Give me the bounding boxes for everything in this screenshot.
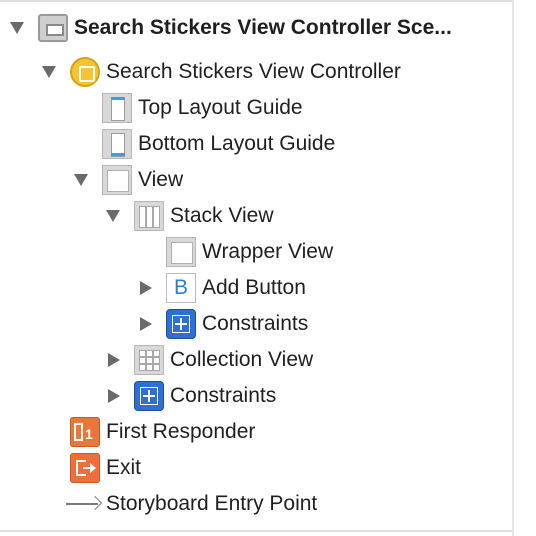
bottom-layout-guide-icon (102, 129, 132, 159)
entry-point-arrow-icon (66, 489, 103, 519)
storyboard-scene-icon (38, 14, 68, 42)
first-responder-label: First Responder (106, 420, 256, 443)
first-responder-icon: 1 (70, 417, 100, 447)
outline-row-exit[interactable]: Exit (0, 450, 512, 486)
stack-view-label: Stack View (170, 204, 274, 227)
constraints-icon (166, 309, 196, 339)
collection-view-label: Collection View (170, 348, 314, 371)
outline-row-bottom-layout-guide[interactable]: Bottom Layout Guide (0, 126, 512, 162)
bottom-layout-guide-label: Bottom Layout Guide (138, 132, 336, 155)
top-layout-guide-icon (102, 93, 132, 123)
outline-row-constraints[interactable]: Constraints (0, 306, 512, 342)
outline-row-entry-point[interactable]: Storyboard Entry Point (0, 486, 512, 522)
wrapper-view-label: Wrapper View (202, 240, 334, 263)
top-divider (0, 0, 512, 2)
disclosure-collapsed-icon[interactable] (140, 317, 152, 331)
outline-row-scene[interactable]: Search Stickers View Controller Sce... (0, 10, 512, 46)
disclosure-collapsed-icon[interactable] (140, 281, 152, 295)
top-layout-guide-label: Top Layout Guide (138, 96, 303, 119)
outline-row-collection-view[interactable]: Collection View (0, 342, 512, 378)
view-label: View (138, 168, 184, 191)
outline-row-wrapper-view[interactable]: Wrapper View (0, 234, 512, 270)
view-controller-icon (70, 57, 100, 87)
collection-view-icon (134, 345, 164, 375)
outline-row-top-layout-guide[interactable]: Top Layout Guide (0, 90, 512, 126)
outline-row-view-controller[interactable]: Search Stickers View Controller (0, 54, 512, 90)
disclosure-expanded-icon[interactable] (42, 66, 56, 78)
exit-label: Exit (106, 456, 142, 479)
disclosure-collapsed-icon[interactable] (108, 353, 120, 367)
outline-row-add-button[interactable]: B Add Button (0, 270, 512, 306)
outline-row-constraints[interactable]: Constraints (0, 378, 512, 414)
view-icon (102, 165, 132, 195)
button-icon: B (166, 273, 196, 303)
constraints-label: Constraints (202, 312, 309, 335)
outline-row-stack-view[interactable]: Stack View (0, 198, 512, 234)
outline-row-first-responder[interactable]: 1 First Responder (0, 414, 512, 450)
constraints-label: Constraints (170, 384, 277, 407)
disclosure-expanded-icon[interactable] (106, 210, 120, 222)
exit-icon (70, 453, 100, 483)
disclosure-expanded-icon[interactable] (74, 174, 88, 186)
stack-view-icon (134, 201, 164, 231)
bottom-divider (0, 530, 512, 532)
document-outline: Search Stickers View Controller Sce... S… (0, 0, 536, 536)
outline-right-border (512, 0, 514, 536)
disclosure-expanded-icon[interactable] (10, 22, 24, 34)
scene-label: Search Stickers View Controller Sce... (74, 16, 452, 39)
entry-point-label: Storyboard Entry Point (106, 492, 318, 515)
view-icon (166, 237, 196, 267)
constraints-icon (134, 381, 164, 411)
outline-row-view[interactable]: View (0, 162, 512, 198)
view-controller-label: Search Stickers View Controller (106, 60, 401, 83)
add-button-label: Add Button (202, 276, 306, 299)
disclosure-collapsed-icon[interactable] (108, 389, 120, 403)
